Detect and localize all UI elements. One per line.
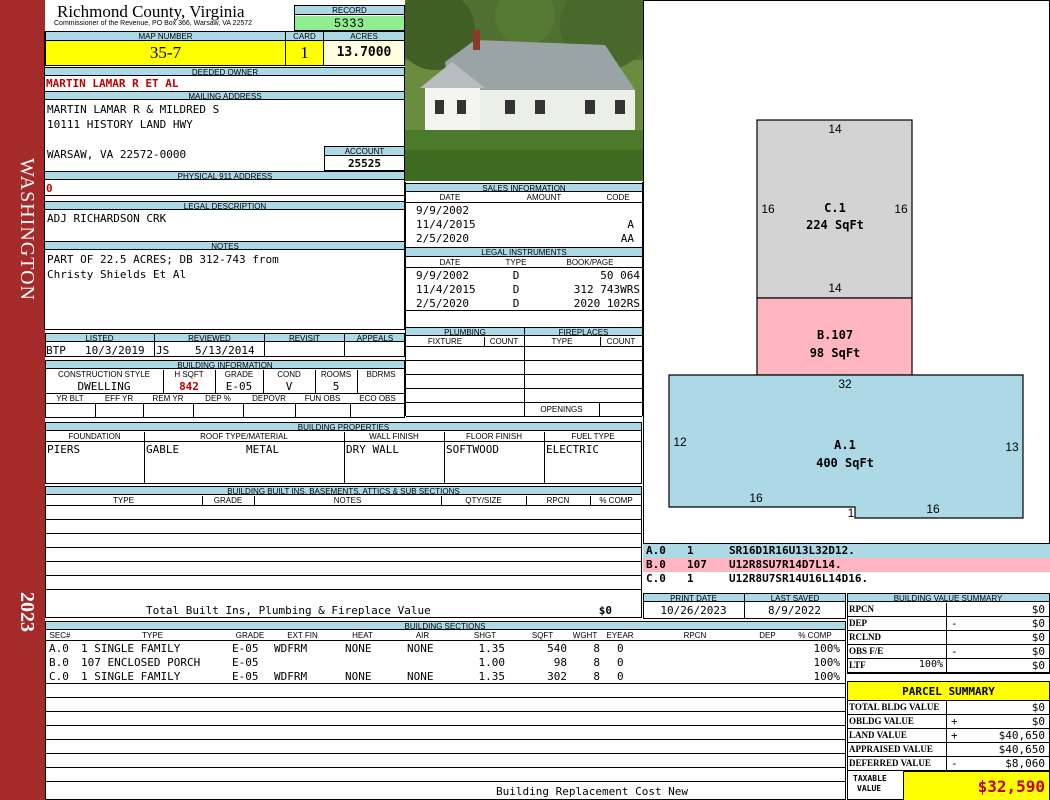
vector-string: U12R8SU7R14D7L14. <box>729 558 842 571</box>
deeded-owner-label: DEEDED OWNER <box>45 67 405 77</box>
deeded-owner: MARTIN LAMAR R ET AL <box>46 77 179 90</box>
section-c-label: C.1 <box>824 201 846 215</box>
taxable-value: $32,590 <box>903 771 1049 800</box>
li-book-header: BOOK/PAGE <box>566 258 614 267</box>
fireplace-count-h: COUNT <box>606 337 636 346</box>
legal-instruments-title: LEGAL INSTRUMENTS <box>406 248 642 257</box>
section-a-area: 400 SqFt <box>816 456 874 470</box>
vector-row: C.0 1 U12R8U7SR14U16L14D16. <box>643 572 1050 586</box>
fireplace-openings-label: OPENINGS <box>540 405 583 414</box>
dim-c-top: 14 <box>828 122 842 136</box>
section-c-area: 224 SqFt <box>806 218 864 232</box>
li-type: D <box>512 269 520 282</box>
section-a-label: A.1 <box>834 438 856 452</box>
sales-code: A <box>627 218 634 231</box>
dim-a-right: 13 <box>1005 440 1019 454</box>
account-number: 25525 <box>347 157 382 170</box>
li-book: 50 064 <box>600 269 640 282</box>
mailing-line-1: MARTIN LAMAR R & MILDRED S <box>47 103 220 116</box>
map-label: MAP NUMBER <box>46 32 285 41</box>
property-photo <box>405 0 643 181</box>
sales-code: AA <box>620 232 634 245</box>
dim-a-bottom-1: 16 <box>749 491 763 505</box>
fireplace-type-h: TYPE <box>551 337 573 346</box>
sales-info-title: SALES INFORMATION <box>406 183 642 193</box>
notes-line-2: Christy Shields Et Al <box>47 268 187 281</box>
section-b-label: B.107 <box>817 328 853 342</box>
record-value: 5333 <box>295 16 404 30</box>
mailing-address-label: MAILING ADDRESS <box>45 91 405 101</box>
card-label: CARD <box>285 32 323 41</box>
sales-date-header: DATE <box>439 193 461 202</box>
vector-code: 107 <box>687 558 707 571</box>
side-bar <box>0 0 45 800</box>
dim-a-left: 12 <box>673 435 687 449</box>
notes-line-1: PART OF 22.5 ACRES; DB 312-743 from <box>47 253 279 266</box>
sales-date: 2/5/2020 <box>416 232 469 245</box>
vector-sec: C.0 <box>646 572 666 585</box>
taxable-label-2: VALUE <box>857 784 882 793</box>
dim-a-bottom-2: 1 <box>848 506 855 520</box>
li-date: 2/5/2020 <box>416 297 469 310</box>
dim-c-right: 16 <box>894 202 908 216</box>
plumbing-count-h: COUNT <box>489 337 519 346</box>
sales-amount-header: AMOUNT <box>526 193 562 202</box>
li-date-header: DATE <box>439 258 461 267</box>
account-label: ACCOUNT <box>325 147 404 156</box>
commissioner-line: Commissioner of the Revenue, PO Box 366,… <box>54 20 253 27</box>
vector-sec: B.0 <box>646 558 666 571</box>
vector-string: SR16D1R16U13L32D12. <box>729 544 855 557</box>
year-label: 2023 <box>16 592 38 632</box>
legal-description-label: LEGAL DESCRIPTION <box>45 201 405 211</box>
notes-label: NOTES <box>45 241 405 251</box>
record-label: RECORD <box>295 6 404 15</box>
sales-code-header: CODE <box>606 193 630 202</box>
li-type: D <box>512 283 520 296</box>
li-type-header: TYPE <box>505 258 527 267</box>
physical-address: 0 <box>46 182 53 195</box>
fireplaces-title: FIREPLACES <box>524 327 642 337</box>
li-date: 9/9/2002 <box>416 269 469 282</box>
map-number: 35-7 <box>46 41 285 65</box>
li-date: 11/4/2015 <box>416 283 476 296</box>
vector-code: 1 <box>687 544 694 557</box>
district-label: WASHINGTON <box>16 158 38 301</box>
card-number: 1 <box>285 41 323 65</box>
acres-value: 13.7000 <box>323 41 404 65</box>
dim-a-top: 32 <box>838 377 852 391</box>
vector-row: B.0 107 U12R8SU7R14D7L14. <box>643 558 1050 572</box>
plumbing-fixture-h: FIXTURE <box>427 337 463 346</box>
dim-c-left: 16 <box>761 202 775 216</box>
li-type: D <box>512 297 520 310</box>
vector-row: A.0 1 SR16D1R16U13L32D12. <box>643 544 1050 558</box>
legal-description: ADJ RICHARDSON CRK <box>47 212 167 225</box>
dim-a-bottom-3: 16 <box>926 502 940 516</box>
vector-sec: A.0 <box>646 544 666 557</box>
section-b-area: 98 SqFt <box>810 346 861 360</box>
plumbing-title: PLUMBING <box>406 327 524 337</box>
mailing-line-2: 10111 HISTORY LAND HWY <box>47 118 193 131</box>
dim-c-bottom: 14 <box>828 281 842 295</box>
building-sketch: 14 16 16 C.1 224 SqFt 14 B.107 98 SqFt 3… <box>668 119 1024 520</box>
li-book: 312 743WRS <box>573 283 640 296</box>
vector-string: U12R8U7SR14U16L14D16. <box>729 572 869 585</box>
vector-code: 1 <box>687 572 694 585</box>
acres-label: ACRES <box>323 32 404 41</box>
mailing-line-3: WARSAW, VA 22572-0000 <box>47 148 187 161</box>
sales-date: 9/9/2002 <box>416 204 469 217</box>
taxable-label-1: TAXABLE <box>853 774 887 783</box>
physical-address-label: PHYSICAL 911 ADDRESS <box>45 171 405 181</box>
sales-date: 11/4/2015 <box>416 218 476 231</box>
county-title: Richmond County, Virginia <box>57 2 245 21</box>
li-book: 2020 102RS <box>573 297 640 310</box>
parcel-summary-title: PARCEL SUMMARY <box>847 681 1050 701</box>
